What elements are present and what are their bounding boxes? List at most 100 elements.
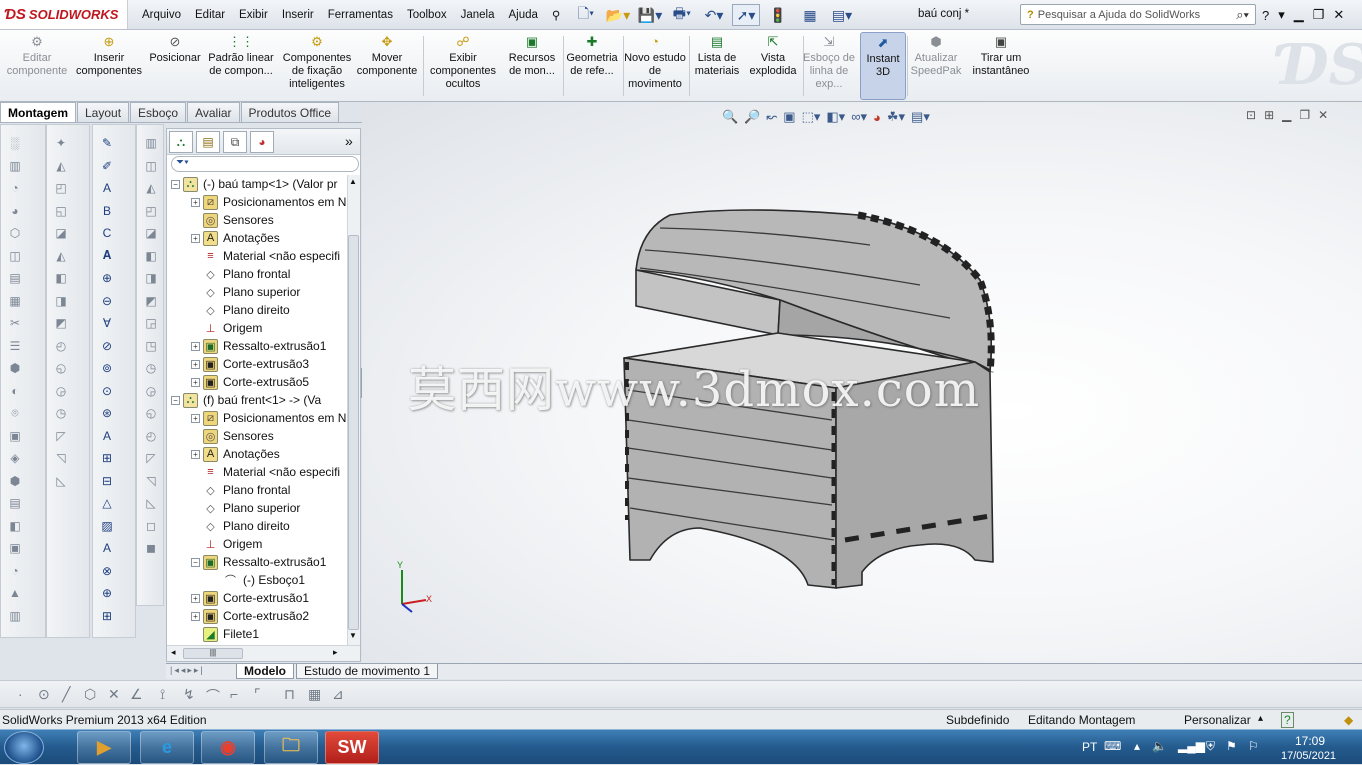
view-settings-icon[interactable]: ▤▾ [911,109,930,125]
cmd-button-exploded-view[interactable]: ⇱ Vista explodida [744,32,802,100]
toolbar-tool-icon[interactable]: A [98,540,116,556]
tab-esboco[interactable]: Esboço [130,102,187,123]
tree-node[interactable]: + ▣ Corte-extrusão3 [191,355,309,373]
cmd-button-take-snapshot[interactable]: ▣ Tirar um instantâneo [966,32,1036,100]
help-status-icon[interactable]: ? [1281,712,1294,728]
toolbar-tool-icon[interactable]: ◨ [142,270,160,286]
menu-item[interactable]: Ajuda [501,9,544,21]
menu-item[interactable]: Exibir [232,9,275,21]
undo-icon[interactable]: ↶▾ [700,4,728,26]
trim-icon[interactable]: ✕ [108,686,120,703]
toolbar-tool-icon[interactable]: ◴ [142,428,160,444]
keyboard-icon[interactable]: ⌨ [1104,739,1121,753]
toolbar-tool-icon[interactable]: ◭ [52,248,70,264]
tab-scroll-arrows-icon[interactable]: |◂◂▸▸| [170,665,205,676]
toolbar-tool-icon[interactable]: ⬢ [6,473,24,489]
toolbar-tool-icon[interactable]: ◰ [142,203,160,219]
circle-icon[interactable]: ⊙ [38,686,50,703]
tree-horizontal-scrollbar[interactable]: ◂ ||| ▸ [167,645,360,661]
language-indicator[interactable]: PT [1082,740,1097,754]
section-view-icon[interactable]: ▣ [783,109,795,125]
close-icon[interactable]: ✕ [1333,7,1344,23]
cmd-button-insert-components[interactable]: ⊕ Inserir componentes [74,32,144,100]
save-icon[interactable]: 💾▾ [636,4,664,26]
action-center-icon[interactable]: ⚑ [1226,739,1237,753]
tab-produtos-office[interactable]: Produtos Office [240,102,340,123]
cmd-button-new-motion-study[interactable]: ◔ Novo estudo de movimento [622,32,688,100]
tree-vertical-scrollbar[interactable]: ▲ ▼ [347,175,360,645]
tree-node[interactable]: ◇ Plano superior [191,499,300,517]
toolbar-tool-icon[interactable]: ◔ [6,180,24,196]
expand-icon[interactable]: + [191,593,200,603]
toolbar-tool-icon[interactable]: ░ [6,135,24,151]
toolbar-tool-icon[interactable]: ◷ [142,360,160,376]
expand-icon[interactable]: + [191,377,200,387]
media-player-icon[interactable]: ▶ [77,731,131,764]
chevron-down-icon[interactable]: ▾ [1278,7,1285,23]
tree-node[interactable]: + ▣ Corte-extrusão1 [191,589,309,607]
tree-node[interactable]: + ⧄ Posicionamentos em N [191,193,346,211]
tree-node[interactable]: ◇ Plano superior [191,283,300,301]
expand-icon[interactable]: + [191,359,200,369]
toolbar-tool-icon[interactable]: ◫ [6,248,24,264]
toolbar-tool-icon[interactable]: ⬡ [6,225,24,241]
toolbar-tool-icon[interactable]: ⊘ [98,338,116,354]
toolbar-tool-icon[interactable]: ◐ [6,383,24,399]
cmd-button-mate[interactable]: ⊘ Posicionar [146,32,204,100]
tree-node[interactable]: − ⛬ (f) baú frent<1> -> (Va [171,391,321,409]
file-explorer-icon[interactable]: 🗀 [264,731,318,764]
collapse-icon[interactable]: − [171,179,180,189]
previous-view-icon[interactable]: ↜ [766,109,777,125]
corner-icon[interactable]: ⌐ [230,686,238,702]
toolbar-tool-icon[interactable]: ◼ [142,540,160,556]
property-manager-tab-icon[interactable]: ▤ [196,131,220,153]
cmd-button-assembly-features[interactable]: ▣ Recursos de mon... [502,32,562,100]
toolbar-tool-icon[interactable]: ▥ [142,135,160,151]
toolbar-tool-icon[interactable]: B [98,203,116,219]
tree-node[interactable]: − ▣ Ressalto-extrusão1 [191,553,326,571]
toolbar-tool-icon[interactable]: ⊞ [98,608,116,624]
help-search-input[interactable]: ? Pesquisar a Ajuda do SolidWorks ⌕▾ [1020,4,1256,25]
toolbar-tool-icon[interactable]: ⬢ [6,360,24,376]
minimize-icon[interactable]: ▁ [1294,7,1304,23]
tab-modelo[interactable]: Modelo [236,664,294,679]
tag-icon[interactable]: ◆ [1344,713,1353,727]
viewport-split-icon[interactable]: ⊞ [1264,108,1274,122]
show-hidden-icons-icon[interactable]: ▴ [1134,739,1140,753]
toolbar-tool-icon[interactable]: ⊞ [98,450,116,466]
scroll-up-icon[interactable]: ▲ [349,177,357,186]
tree-node[interactable]: ◢ Filete1 [191,625,259,643]
toolbar-tool-icon[interactable]: ◧ [6,518,24,534]
flag-icon[interactable]: ⚐ [1248,739,1259,753]
toolbar-tool-icon[interactable]: A [98,428,116,444]
open-folder-icon[interactable]: 📂▾ [604,4,632,26]
toolbar-tool-icon[interactable]: ▤ [6,495,24,511]
toolbar-tool-icon[interactable]: ☰ [6,338,24,354]
expand-icon[interactable]: + [191,197,200,207]
polygon-icon[interactable]: ⬡ [84,686,96,703]
collapse-icon[interactable]: − [171,395,180,405]
toolbar-tool-icon[interactable]: ◺ [142,495,160,511]
toolbar-tool-icon[interactable]: A [98,180,116,196]
expand-icon[interactable]: + [191,233,200,243]
toolbar-tool-icon[interactable]: ✎ [98,135,116,151]
tree-node[interactable]: ◇ Plano frontal [191,481,290,499]
internet-explorer-icon[interactable]: e [140,731,194,764]
point-icon[interactable]: · [18,686,23,702]
menu-item[interactable]: Janela [454,9,502,21]
configuration-tab-icon[interactable]: ⧉ [223,131,247,153]
zoom-to-area-icon[interactable]: 🔎 [744,109,760,125]
volume-icon[interactable]: 🔈 [1152,739,1167,753]
cmd-button-bill-of-materials[interactable]: ▤ Lista de materiais [690,32,744,100]
menu-item[interactable]: Arquivo [135,9,188,21]
tab-montagem[interactable]: Montagem [0,102,76,123]
toolbar-tool-icon[interactable]: ▣ [6,428,24,444]
start-button[interactable] [4,731,44,764]
expand-icon[interactable]: + [191,413,200,423]
toolbar-tool-icon[interactable]: ◶ [142,383,160,399]
offset-icon[interactable]: ↯ [183,686,195,703]
toolbar-tool-icon[interactable]: ▣ [6,540,24,556]
tree-node[interactable]: + ▣ Corte-extrusão2 [191,607,309,625]
viewport-restore-icon[interactable]: ❐ [1299,108,1310,122]
relation-icon[interactable]: ⊿ [332,686,344,703]
